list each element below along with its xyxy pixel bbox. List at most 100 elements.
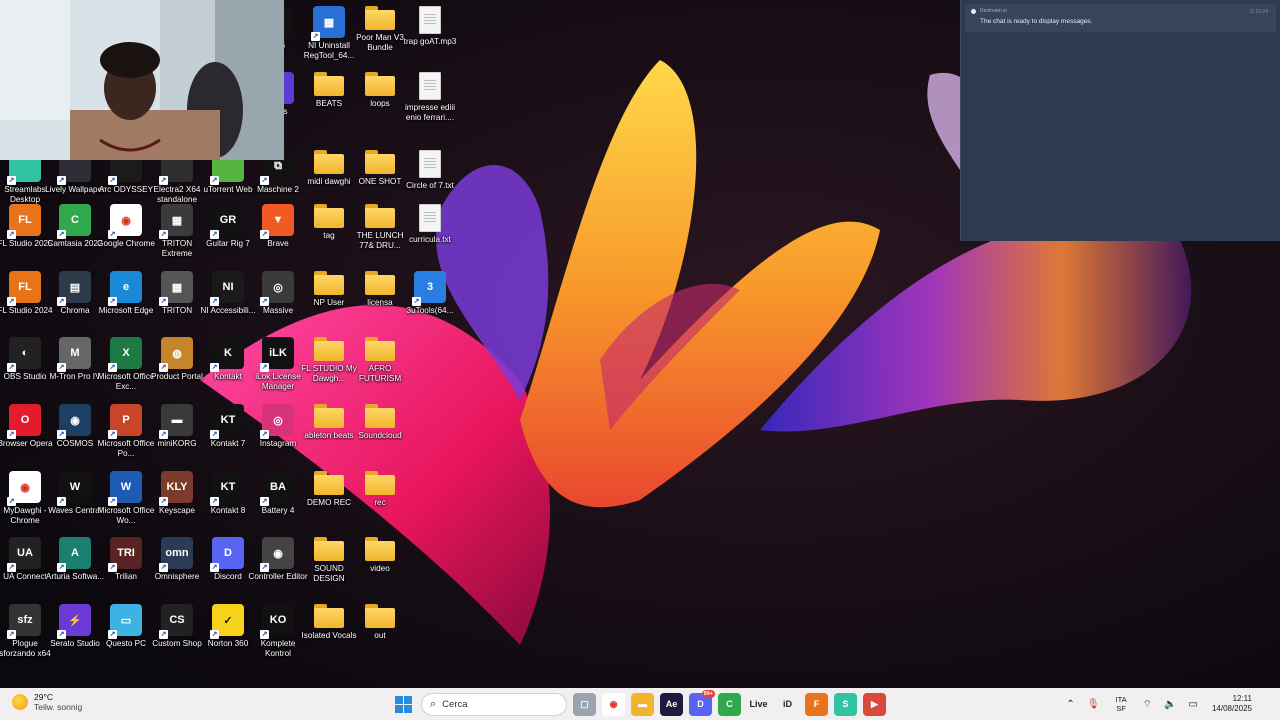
microsoft-office-po-app-icon: P (108, 404, 142, 439)
after-effects-icon: Ae (665, 699, 678, 709)
massive-app-icon: ◎ (260, 271, 294, 306)
taskbar-folder-button[interactable]: ▬ (631, 692, 654, 716)
desktop-icon-3utools-64[interactable]: 33uTools(64... (401, 271, 459, 316)
chevron-up-icon[interactable]: ⌃ (1066, 699, 1074, 710)
ni-uninstall-regtool-64-app-icon: ▦ (311, 6, 345, 41)
chat-time: 11:10:24 (1248, 9, 1268, 15)
clock[interactable]: 12:11 14/08/2025 (1212, 694, 1252, 714)
search-placeholder: Cerca (442, 698, 468, 710)
taskbar-center: ⌕ Cerca ▢ ◉ ▬ Ae D 99+ C Live iD F S ▶ (392, 689, 886, 716)
fl-studio-2024-app-icon: FL (7, 271, 41, 306)
folder-icon (365, 471, 395, 495)
desktop-icon-microsoft-office-exc[interactable]: XMicrosoft Office Exc... (97, 337, 155, 392)
taskbar-chrome-button[interactable]: ◉ (602, 692, 625, 716)
weather-widget[interactable]: 29°C Teilw. sonnig (12, 692, 82, 712)
desktop-icon-label: video (370, 564, 390, 573)
recorder-icon: ▶ (871, 698, 878, 709)
obs-studio-app-icon: ◐ (7, 337, 41, 372)
desktop-icon-battery-4[interactable]: BABattery 4 (249, 471, 307, 516)
streamlabs-icon: S (842, 699, 849, 709)
language-indicator[interactable]: ITA SF (1116, 695, 1127, 713)
search-icon: ⌕ (430, 697, 437, 710)
taskbar-camtasia-button[interactable]: C (718, 692, 741, 716)
folder-icon (314, 337, 344, 361)
taskbar-after-effects-button[interactable]: Ae (660, 692, 683, 716)
taskbar-fl-studio-button[interactable]: F (805, 692, 828, 716)
microphone-icon[interactable]: 🎙 (1087, 699, 1100, 710)
fl-studio-2025-app-icon: FL (7, 204, 41, 239)
desktop-icon-impresse-ediii-enio-ferrari[interactable]: impresse ediii enio ferrari.... (401, 72, 459, 123)
browser-opera-app-icon: O (7, 404, 41, 439)
chat-message: Restream.io 11:10:24 The chat is ready t… (965, 4, 1276, 32)
windows-logo-icon (395, 695, 412, 713)
volume-icon[interactable]: 🔈 (1164, 699, 1176, 710)
folder-icon (365, 72, 395, 96)
omnisphere-app-icon: omn (159, 537, 193, 572)
desktop-icon-triton-extreme[interactable]: ▦TRITON Extreme (148, 204, 206, 259)
taskbar-discord-button[interactable]: D 99+ (689, 689, 715, 716)
wifi-icon[interactable]: ⌔ (1143, 698, 1152, 711)
waves-central-app-icon: W (57, 471, 91, 506)
microsoft-office-exc-app-icon: X (108, 337, 142, 372)
desktop-icon-rec[interactable]: rec (351, 471, 409, 508)
desktop-icon-curricula-txt[interactable]: curricula.txt (401, 204, 459, 245)
desktop-icon-out[interactable]: out (351, 604, 409, 641)
folder-icon (314, 72, 344, 96)
brave-app-icon: ▼ (260, 204, 294, 239)
desktop-icon-trap-goat-mp3[interactable]: trap goAT.mp3 (401, 6, 459, 47)
taskbar-id-button[interactable]: iD (776, 692, 799, 716)
taskbar-search[interactable]: ⌕ Cerca (421, 692, 567, 716)
file-icon (419, 150, 441, 178)
taskbar-file-explorer-button[interactable]: ▢ (573, 692, 596, 716)
cosmos-app-icon: ◉ (57, 404, 91, 439)
chat-overlay: Restream.io 11:10:24 The chat is ready t… (960, 0, 1280, 241)
plogue-sforzando-x64-app-icon: sfz (7, 604, 41, 639)
desktop-icon-brave[interactable]: ▼Brave (249, 204, 307, 249)
norton-360-app-icon: ✓ (210, 604, 244, 639)
folder-icon (314, 271, 344, 295)
desktop-icon-label: AFRO FUTURISM (358, 364, 402, 383)
chroma-app-icon: ▤ (57, 271, 91, 306)
desktop-icon-video[interactable]: video (351, 537, 409, 574)
kontakt-app-icon: K (210, 337, 244, 372)
desktop-icon-soundcloud[interactable]: Soundcloud (351, 404, 409, 441)
taskbar-streamlabs-button[interactable]: S (834, 692, 857, 716)
desktop-icon-microsoft-office-wo[interactable]: WMicrosoft Office Wo... (97, 471, 155, 526)
weather-sun-icon (12, 694, 28, 710)
file-icon (419, 6, 441, 34)
weather-condition: Teilw. sonnig (34, 702, 83, 712)
desktop-icon-afro-futurism[interactable]: AFRO FUTURISM (351, 337, 409, 384)
desktop-icon-circle-of-7-txt[interactable]: Circle of 7.txt (401, 150, 459, 191)
desktop-icon-instagram[interactable]: ◎Instagram (249, 404, 307, 449)
desktop-icon-massive[interactable]: ◎Massive (249, 271, 307, 316)
desktop-icon-sound-design[interactable]: SOUND DESIGN (300, 537, 358, 584)
folder-icon (314, 204, 344, 228)
desktop-icon-label: Soundcloud (358, 431, 402, 440)
folder-icon (314, 471, 344, 495)
guitar-rig-7-app-icon: GR (210, 204, 244, 239)
discord-icon: D (697, 699, 704, 709)
camtasia-2022-app-icon: C (57, 204, 91, 239)
desktop-icon-microsoft-office-po[interactable]: PMicrosoft Office Po... (97, 404, 155, 459)
folder-icon (314, 537, 344, 561)
arturia-softwa-app-icon: A (57, 537, 91, 572)
custom-shop-app-icon: CS (159, 604, 193, 639)
file-explorer-icon: ▢ (580, 698, 589, 709)
discord-app-icon: D (210, 537, 244, 572)
taskbar-live-button[interactable]: Live (747, 692, 770, 716)
taskbar-apps: ▢ ◉ ▬ Ae D 99+ C Live iD F S ▶ (573, 689, 886, 716)
folder-icon (365, 204, 395, 228)
kontakt-8-app-icon: KT (210, 471, 244, 506)
restream-icon (971, 8, 976, 14)
folder-icon (314, 604, 344, 628)
clock-time: 12:11 (1232, 694, 1252, 703)
trilian-app-icon: TRI (108, 537, 142, 572)
taskbar-recorder-button[interactable]: ▶ (863, 692, 886, 716)
ua-connect-app-icon: UA (7, 537, 41, 572)
folder-icon (365, 604, 395, 628)
chat-message-text: The chat is ready to display messages. (980, 18, 1093, 25)
camtasia-icon: C (726, 699, 733, 709)
mydawghi-chrome-app-icon: ◉ (7, 471, 41, 506)
start-button[interactable] (392, 693, 415, 716)
battery-icon[interactable]: ▭ (1189, 699, 1198, 710)
